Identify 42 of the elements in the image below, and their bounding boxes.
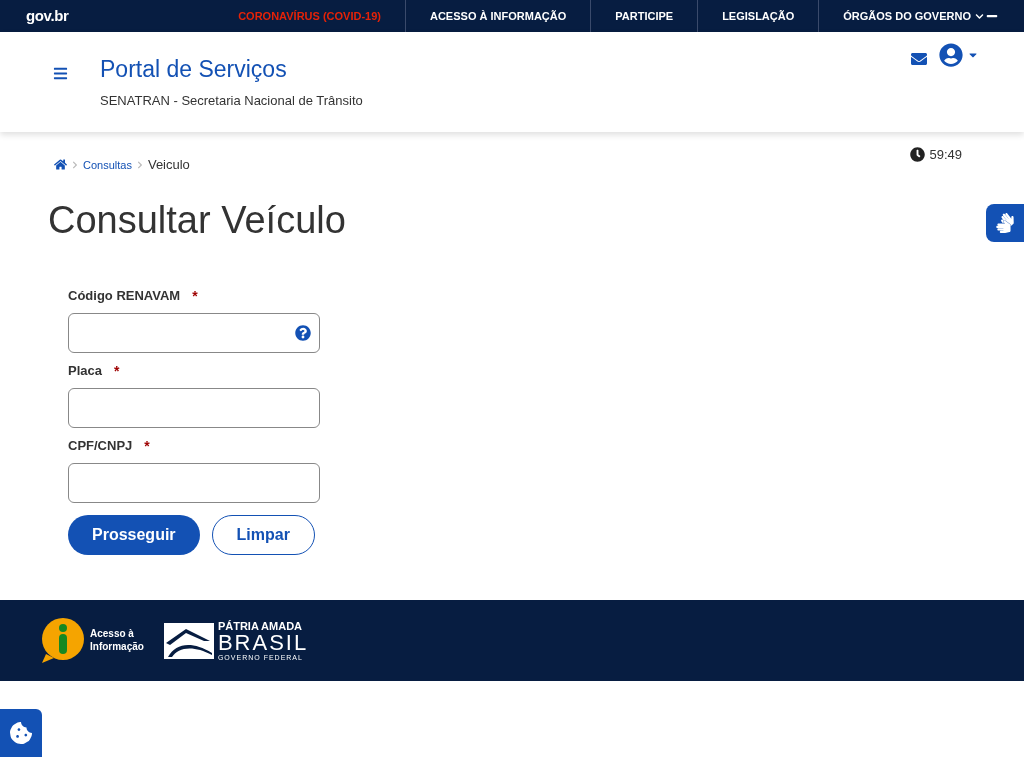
cookie-button[interactable] [0, 709, 42, 757]
field-label: Código RENAVAM [68, 287, 181, 306]
field-label: CPF/CNPJ [68, 437, 133, 456]
input-field[interactable] [68, 388, 320, 428]
breadcrumb-item: Veiculo [147, 156, 190, 174]
page-title: Consultar Veículo [48, 197, 346, 243]
session-timer: 59:49 [929, 146, 962, 164]
clock-icon [910, 147, 926, 163]
chevron-icon[interactable] [975, 11, 984, 21]
top-nav-link[interactable]: ÓRGÃOS DO GOVERNO [819, 7, 975, 25]
top-nav-link[interactable]: LEGISLAÇÃO [698, 7, 819, 25]
home-icon[interactable] [54, 158, 67, 172]
chevron-icon [135, 160, 144, 169]
top-nav-link[interactable]: ACESSO À INFORMAÇÃO [406, 7, 591, 25]
brand-name: BRASIL [217, 631, 309, 654]
portal-subtitle: SENATRAN - Secretaria Nacional de Trânsito [100, 91, 363, 110]
info-logo-text: Acesso à [90, 628, 135, 641]
required-mark: * [192, 286, 198, 306]
chevron-icon [71, 160, 79, 169]
clear-button[interactable]: Limpar [211, 515, 315, 555]
info-logo-text: Informação [90, 640, 144, 653]
cookie-icon [10, 722, 32, 744]
sign-language-button[interactable] [986, 204, 1024, 242]
hand-icon [995, 213, 1015, 233]
menu-icon[interactable] [53, 66, 68, 81]
user-icon[interactable] [939, 43, 963, 67]
mail-icon[interactable] [911, 51, 927, 67]
top-nav-link[interactable]: CORONAVÍRUS (COVID-19) [214, 7, 405, 25]
top-nav-link[interactable]: PARTICIPE [591, 7, 698, 25]
brand-slogan: PÁTRIA AMADA [217, 620, 304, 632]
field-label: Placa [68, 362, 102, 381]
help-icon[interactable] [295, 325, 311, 341]
portal-title: Portal de Serviços [100, 55, 288, 84]
govbr-logo[interactable]: gov.br [26, 4, 69, 28]
breadcrumb-item[interactable]: Consultas [83, 156, 132, 173]
proceed-button[interactable]: Prosseguir [68, 515, 200, 555]
required-mark: * [144, 436, 150, 456]
info-logo-icon [40, 617, 86, 664]
input-field[interactable] [68, 463, 320, 503]
input-field[interactable] [68, 313, 320, 353]
required-mark: * [114, 361, 120, 381]
brasil-logo-icon [163, 622, 214, 659]
